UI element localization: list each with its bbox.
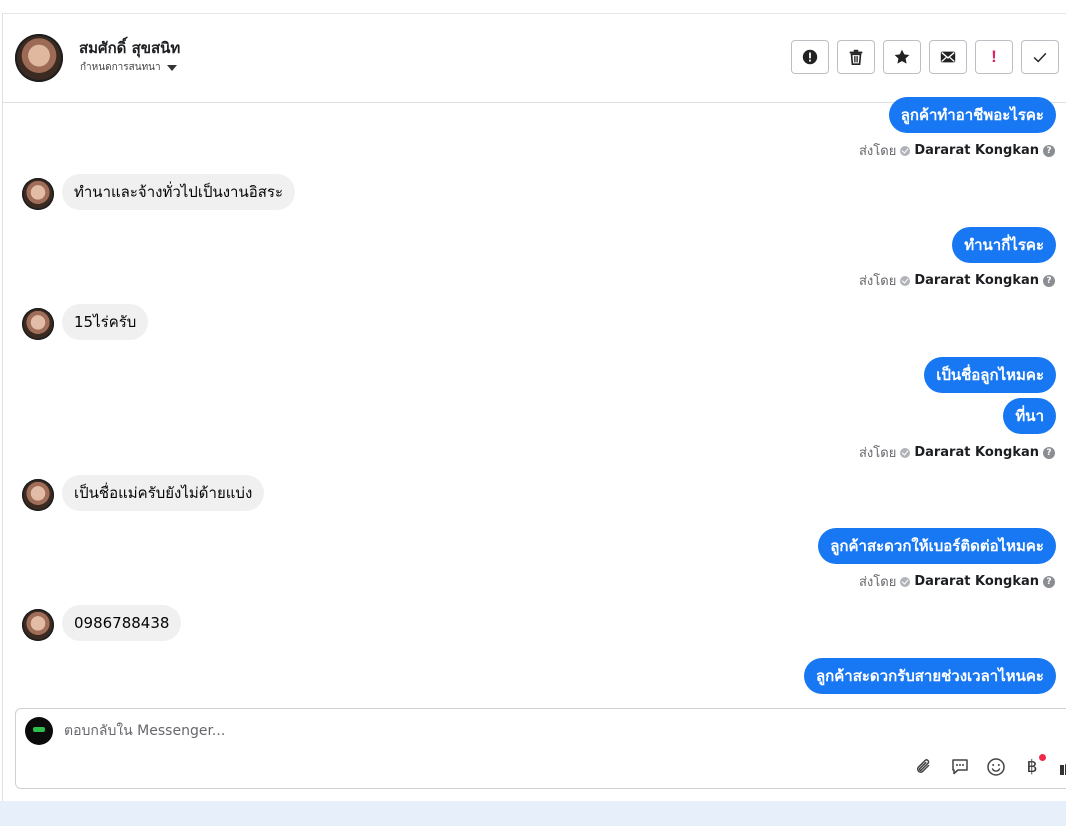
notification-dot (1039, 754, 1046, 761)
star-icon (894, 49, 910, 64)
sent-by-line: ส่งโดย Dararat Kongkan ? (859, 442, 1055, 463)
verified-icon (900, 447, 911, 458)
verified-icon (900, 275, 911, 286)
outgoing-message: เป็นชื่อลูกไหมคะ (924, 357, 1056, 393)
payment-button[interactable]: ฿ (1021, 754, 1046, 778)
contact-name[interactable]: สมศักดิ์ สุขสนิท (79, 36, 180, 60)
verified-icon (900, 576, 911, 587)
composer-tools: ฿ (913, 754, 1066, 778)
assign-conversation-dropdown[interactable]: กำหนดการสนทนา (80, 60, 177, 75)
sent-by-label: ส่งโดย (858, 575, 897, 590)
check-icon (1033, 52, 1047, 63)
emoji-icon (987, 758, 1005, 776)
reply-input[interactable] (64, 718, 764, 744)
sent-by-agent: Dararat Kongkan (914, 143, 1039, 158)
sent-by-line: ส่งโดย Dararat Kongkan ? (859, 571, 1055, 592)
header-actions: ! (791, 40, 1059, 74)
trash-icon (849, 49, 863, 66)
page-bottom-strip (0, 801, 1066, 826)
conversation-panel: สมศักดิ์ สุขสนิท กำหนดการสนทนา ! ลูกค้าท… (2, 13, 1066, 802)
incoming-message: 0986788438 (62, 605, 182, 641)
sent-by-agent: Dararat Kongkan (914, 445, 1039, 460)
like-icon (1060, 763, 1066, 775)
report-button[interactable] (791, 40, 829, 74)
sent-by-line: ส่งโดย Dararat Kongkan ? (859, 270, 1055, 291)
outgoing-message: ลูกค้าสะดวกรับสายช่วงเวลาไหนคะ (803, 658, 1056, 694)
exclamation-icon: ! (991, 47, 997, 66)
sent-by-agent: Dararat Kongkan (914, 574, 1039, 589)
sent-by-agent: Dararat Kongkan (914, 273, 1039, 288)
outgoing-message: ทำนากี่ไรคะ (952, 227, 1056, 263)
star-button[interactable] (883, 40, 921, 74)
assign-label: กำหนดการสนทนา (80, 62, 161, 73)
mark-unread-button[interactable] (929, 40, 967, 74)
like-button[interactable] (1057, 756, 1066, 778)
reply-composer: ฿ (15, 708, 1066, 789)
conversation-header: สมศักดิ์ สุขสนิท กำหนดการสนทนา ! (3, 14, 1066, 103)
sent-by-line: ส่งโดย Dararat Kongkan ? (859, 140, 1055, 161)
outgoing-message: ลูกค้าสะดวกให้เบอร์ติดต่อไหมคะ (818, 528, 1056, 564)
help-icon[interactable]: ? (1043, 575, 1055, 588)
contact-avatar-small[interactable] (22, 479, 54, 511)
done-button[interactable] (1021, 40, 1059, 74)
emoji-button[interactable] (985, 756, 1007, 778)
envelope-icon (940, 51, 956, 63)
contact-avatar-small[interactable] (22, 609, 54, 641)
contact-avatar-small[interactable] (22, 178, 54, 210)
outgoing-message: ลูกค้าทำอาชีพอะไรคะ (888, 97, 1056, 133)
sent-by-label: ส่งโดย (858, 446, 897, 461)
saved-reply-button[interactable] (949, 756, 971, 778)
contact-avatar[interactable] (15, 34, 63, 82)
baht-icon: ฿ (1026, 757, 1038, 777)
incoming-message: เป็นชื่อแม่ครับยังไม่ด้ายแบ่ง (62, 475, 265, 511)
page-avatar (25, 717, 53, 745)
help-icon[interactable]: ? (1043, 274, 1055, 287)
contact-avatar-small[interactable] (22, 308, 54, 340)
sent-by-label: ส่งโดย (858, 274, 897, 289)
paperclip-icon (916, 759, 930, 773)
attach-button[interactable] (913, 756, 935, 778)
outgoing-message: ที่นา (1003, 398, 1056, 434)
saved-reply-icon (952, 759, 968, 775)
message-list[interactable]: ลูกค้าทำอาชีพอะไรคะ ส่งโดย Dararat Kongk… (3, 97, 1066, 708)
alert-circle-icon (802, 49, 818, 65)
help-icon[interactable]: ? (1043, 446, 1055, 459)
delete-button[interactable] (837, 40, 875, 74)
incoming-message: ทำนาและจ้างทั่วไปเป็นงานอิสระ (62, 174, 295, 210)
caret-down-icon (166, 64, 177, 71)
sent-by-label: ส่งโดย (858, 144, 897, 159)
help-icon[interactable]: ? (1043, 144, 1055, 157)
important-button[interactable]: ! (975, 40, 1013, 74)
incoming-message: 15ไร่ครับ (62, 304, 149, 340)
verified-icon (900, 145, 911, 156)
